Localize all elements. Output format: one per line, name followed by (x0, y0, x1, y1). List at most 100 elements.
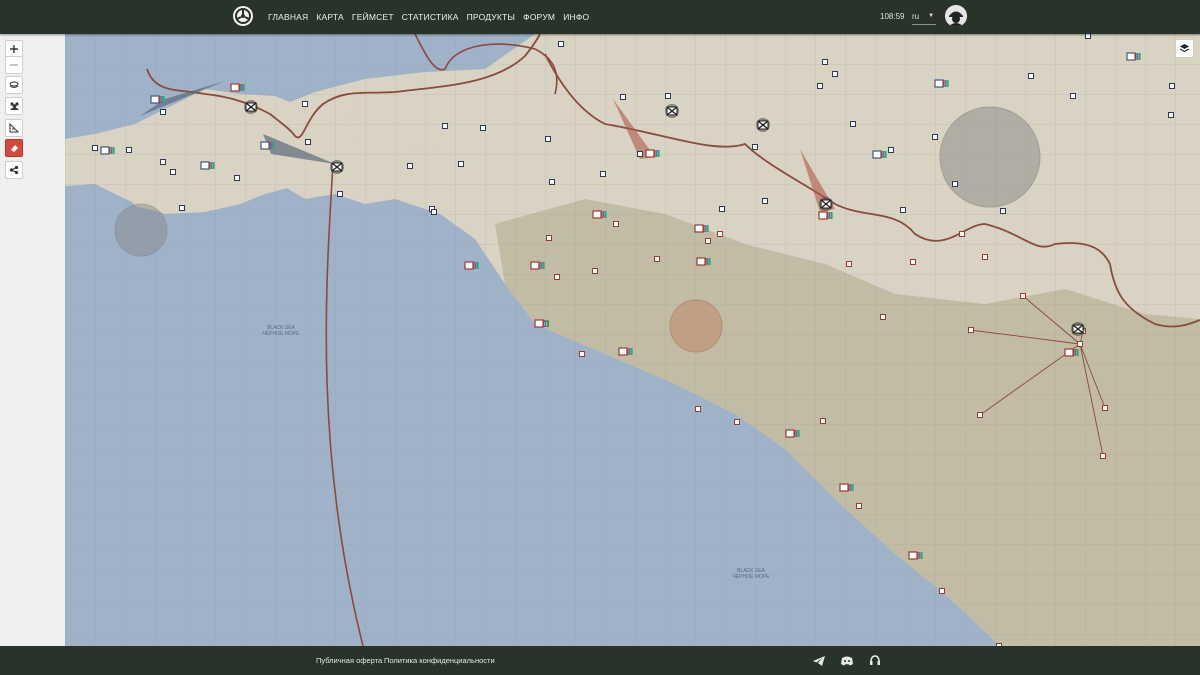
map-point-marker[interactable] (126, 147, 132, 153)
map-point-marker[interactable] (705, 238, 711, 244)
unit-marker[interactable] (150, 95, 165, 104)
map-point-marker[interactable] (1085, 34, 1091, 39)
map-point-marker[interactable] (982, 254, 988, 260)
nav-home[interactable]: ГЛАВНАЯ (268, 12, 308, 22)
public-offer-link[interactable]: Публичная оферта (316, 656, 382, 665)
map-point-marker[interactable] (952, 181, 958, 187)
destroyed-unit-marker[interactable] (756, 118, 770, 132)
map-point-marker[interactable] (846, 261, 852, 267)
group-icon[interactable] (5, 97, 23, 115)
nav-map[interactable]: КАРТА (316, 12, 344, 22)
map-point-marker[interactable] (719, 206, 725, 212)
unit-marker[interactable] (839, 483, 854, 492)
map-point-marker[interactable] (977, 412, 983, 418)
map-point-marker[interactable] (880, 314, 886, 320)
map-point-marker[interactable] (545, 136, 551, 142)
map-point-marker[interactable] (480, 125, 486, 131)
map-point-marker[interactable] (92, 145, 98, 151)
unit-marker[interactable] (100, 146, 115, 155)
map-point-marker[interactable] (234, 175, 240, 181)
map-point-marker[interactable] (407, 163, 413, 169)
unit-marker[interactable] (230, 83, 245, 92)
map-point-marker[interactable] (558, 41, 564, 47)
unit-marker[interactable] (1064, 348, 1079, 357)
map-point-marker[interactable] (1020, 293, 1026, 299)
map-point-marker[interactable] (302, 101, 308, 107)
map-point-marker[interactable] (160, 159, 166, 165)
nav-info[interactable]: ИНФО (563, 12, 589, 22)
map-point-marker[interactable] (546, 235, 552, 241)
language-select[interactable]: ru ▼ (912, 8, 936, 25)
destroyed-unit-marker[interactable] (330, 160, 344, 174)
soldier-avatar-icon[interactable] (945, 5, 967, 27)
map-point-marker[interactable] (762, 198, 768, 204)
map-point-marker[interactable] (1168, 112, 1174, 118)
unit-marker[interactable] (785, 429, 800, 438)
map-point-marker[interactable] (850, 121, 856, 127)
destroyed-unit-marker[interactable] (1071, 322, 1085, 336)
map-point-marker[interactable] (900, 207, 906, 213)
map-point-marker[interactable] (179, 205, 185, 211)
destroyed-unit-marker[interactable] (819, 197, 833, 211)
nav-gameset[interactable]: ГЕЙМСЕТ (352, 12, 394, 22)
map-point-marker[interactable] (549, 179, 555, 185)
map-point-marker[interactable] (1077, 341, 1083, 347)
map-point-marker[interactable] (305, 139, 311, 145)
unit-marker[interactable] (818, 211, 833, 220)
map-point-marker[interactable] (717, 231, 723, 237)
map-point-marker[interactable] (442, 123, 448, 129)
map-point-marker[interactable] (939, 588, 945, 594)
zoom-out-icon[interactable] (5, 56, 23, 74)
unit-marker[interactable] (696, 257, 711, 266)
map-point-marker[interactable] (554, 274, 560, 280)
map-point-marker[interactable] (620, 94, 626, 100)
map-point-marker[interactable] (458, 161, 464, 167)
unit-marker[interactable] (934, 79, 949, 88)
map-point-marker[interactable] (170, 169, 176, 175)
nav-statistics[interactable]: СТАТИСТИКА (402, 12, 459, 22)
map-point-marker[interactable] (932, 134, 938, 140)
map-point-marker[interactable] (822, 59, 828, 65)
unit-marker[interactable] (645, 149, 660, 158)
ruler-icon[interactable] (5, 119, 23, 137)
map-point-marker[interactable] (910, 259, 916, 265)
telegram-icon[interactable] (812, 654, 826, 668)
map-point-marker[interactable] (592, 268, 598, 274)
unit-marker[interactable] (872, 150, 887, 159)
unit-marker[interactable] (908, 551, 923, 560)
map-point-marker[interactable] (1000, 208, 1006, 214)
map-point-marker[interactable] (654, 256, 660, 262)
map-point-marker[interactable] (613, 221, 619, 227)
nav-products[interactable]: ПРОДУКТЫ (467, 12, 516, 22)
map-point-marker[interactable] (734, 419, 740, 425)
map-point-marker[interactable] (1169, 83, 1175, 89)
map-point-marker[interactable] (959, 231, 965, 237)
map-point-marker[interactable] (752, 144, 758, 150)
map-point-marker[interactable] (1028, 73, 1034, 79)
destroyed-unit-marker[interactable] (665, 104, 679, 118)
layers-toggle-icon[interactable] (1175, 39, 1194, 58)
destroyed-unit-marker[interactable] (244, 100, 258, 114)
map-point-marker[interactable] (1070, 93, 1076, 99)
map-point-marker[interactable] (820, 418, 826, 424)
map-point-marker[interactable] (337, 191, 343, 197)
map-point-marker[interactable] (856, 503, 862, 509)
unit-marker[interactable] (464, 261, 479, 270)
share-icon[interactable] (5, 161, 23, 179)
unit-marker[interactable] (260, 141, 275, 150)
tactical-map[interactable]: BLACK SEA ЧЁРНОЕ МОРЕ BLACK SEA ЧЁРНОЕ М… (65, 34, 1200, 646)
map-point-marker[interactable] (695, 406, 701, 412)
unit-marker[interactable] (200, 161, 215, 170)
unit-marker[interactable] (534, 319, 549, 328)
nav-forum[interactable]: ФОРУМ (523, 12, 555, 22)
unit-marker[interactable] (530, 261, 545, 270)
eraser-icon[interactable] (5, 139, 23, 157)
map-point-marker[interactable] (431, 209, 437, 215)
map-point-marker[interactable] (888, 147, 894, 153)
steering-wheel-logo-icon[interactable] (233, 6, 253, 26)
map-point-marker[interactable] (600, 171, 606, 177)
layers-stack-icon[interactable] (5, 76, 23, 94)
map-point-marker[interactable] (1100, 453, 1106, 459)
unit-marker[interactable] (1126, 52, 1141, 61)
map-point-marker[interactable] (637, 151, 643, 157)
